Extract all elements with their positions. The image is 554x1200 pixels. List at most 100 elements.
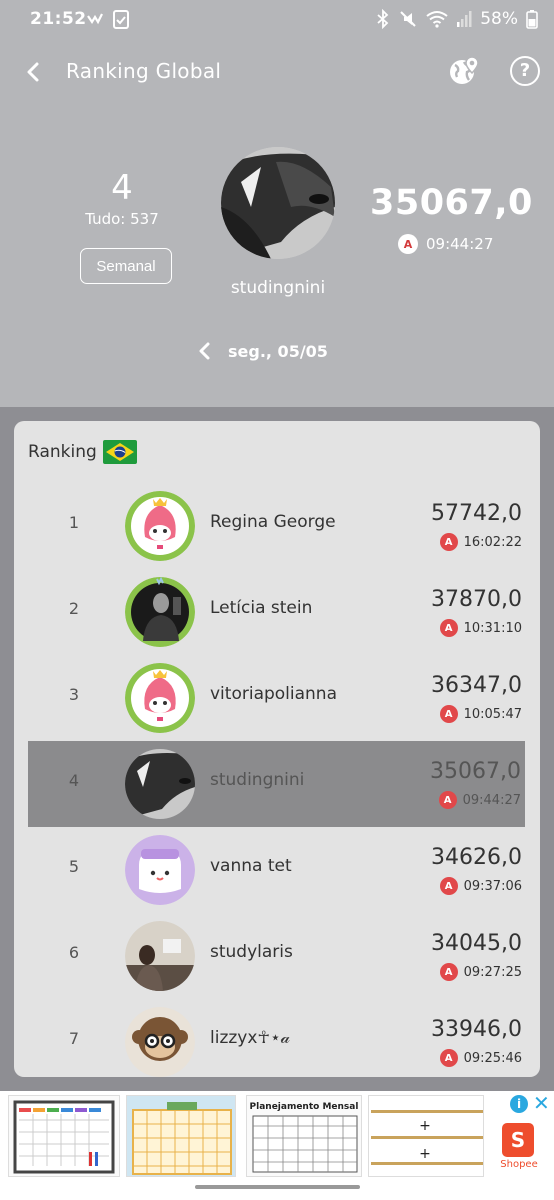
signal-icon (457, 11, 472, 27)
row-score: 34045,0 (431, 931, 522, 956)
my-rank-number: 4 (111, 168, 133, 208)
row-time: A 10:05:47 (439, 705, 522, 723)
row-time: A 09:27:25 (439, 963, 522, 981)
previous-date-icon[interactable] (196, 340, 214, 362)
bluetooth-icon (377, 9, 389, 29)
top-app-bar: Ranking Global ? (0, 48, 554, 96)
avatar[interactable] (125, 663, 195, 733)
row-time-value: 09:44:27 (462, 792, 521, 808)
study-badge-icon: A (439, 1049, 458, 1067)
ranking-title: Ranking (28, 440, 137, 464)
row-position: 4 (68, 771, 80, 790)
period-select-button[interactable]: Semanal (80, 248, 172, 284)
ranking-row[interactable]: 5 vanna tet 34626,0 A 09:37:06 (14, 827, 540, 913)
row-time: A 09:37:06 (439, 877, 522, 895)
ad-product-image[interactable] (126, 1095, 236, 1177)
ad-product-title: Planejamento Mensal (249, 1102, 359, 1112)
row-username: Regina George (210, 512, 336, 532)
ranking-card: Ranking 1 Regina George 57742,0 A 16:02:2… (14, 421, 540, 1077)
my-study-time: 09:44:27 (426, 235, 494, 253)
row-time-value: 16:02:22 (463, 534, 522, 550)
ad-product-image[interactable]: + + (368, 1095, 484, 1177)
battery-icon (526, 10, 538, 29)
ranking-row-current-user[interactable]: 4 studingnini 35067,0 A 09:44:27 (28, 741, 525, 827)
avatar[interactable] (125, 835, 195, 905)
total-participants: Tudo: 537 (85, 210, 159, 228)
row-username: vanna tet (210, 856, 292, 876)
row-score: 35067,0 (430, 759, 521, 784)
row-time: A 16:02:22 (439, 533, 522, 551)
row-username: vitoriapolianna (210, 684, 338, 704)
notification-icons (86, 8, 130, 30)
status-right-icons: 58% (376, 9, 538, 29)
wifi-icon (426, 11, 448, 28)
ad-product-image[interactable]: Planejamento Mensal (246, 1095, 362, 1177)
svg-text:+: + (419, 1146, 431, 1162)
avatar[interactable] (125, 921, 195, 991)
row-time: A 09:44:27 (438, 791, 521, 809)
row-score: 36347,0 (431, 673, 522, 698)
system-navigation-bar (0, 1181, 554, 1200)
my-username: studingnini (230, 278, 326, 298)
ranking-title-label: Ranking (28, 442, 97, 462)
ranking-list: 1 Regina George 57742,0 A 16:02:22 2 Letí… (14, 483, 540, 1077)
row-score: 57742,0 (431, 501, 522, 526)
my-time-row: A 09:44:27 (398, 234, 493, 254)
status-bar: 21:52 58% (0, 0, 554, 42)
my-rank-block: 4 Tudo: 537 (70, 168, 174, 228)
row-username: lizzyx☥⋆𝒶 (210, 1028, 291, 1048)
row-position: 2 (68, 599, 80, 618)
row-time-value: 09:37:06 (463, 878, 522, 894)
avatar[interactable] (125, 577, 195, 647)
row-time-value: 09:27:25 (463, 964, 522, 980)
row-time: A 10:31:10 (439, 619, 522, 637)
back-arrow-icon[interactable] (20, 56, 48, 88)
globe-location-icon[interactable] (448, 55, 480, 87)
date-navigator: seg., 05/05 (196, 340, 328, 362)
screen-title: Ranking Global (66, 59, 222, 83)
ad-close-icon[interactable]: ✕ (533, 1093, 551, 1113)
study-badge-icon: A (439, 619, 458, 637)
ad-product-image[interactable] (8, 1095, 120, 1177)
row-username: Letícia stein (210, 598, 313, 618)
row-position: 1 (68, 513, 80, 532)
row-time-value: 10:31:10 (463, 620, 522, 636)
study-badge-icon: A (398, 234, 418, 254)
avatar[interactable] (125, 1007, 195, 1077)
my-score: 35067,0 (370, 183, 533, 223)
avatar[interactable] (125, 749, 195, 819)
row-time-value: 10:05:47 (463, 706, 522, 722)
row-score: 34626,0 (431, 845, 522, 870)
status-time: 21:52 (30, 9, 87, 29)
home-indicator[interactable] (195, 1185, 360, 1189)
row-position: 5 (68, 857, 80, 876)
ranking-header: 21:52 58% Ranking Global ? 4 Tudo: 537 S… (0, 0, 554, 407)
ranking-row[interactable]: 3 vitoriapolianna 36347,0 A 10:05:47 (14, 655, 540, 741)
current-date-label: seg., 05/05 (228, 341, 328, 361)
my-avatar[interactable] (221, 147, 335, 259)
ad-banner[interactable]: Planejamento Mensal + + i ✕ S Shopee (0, 1091, 554, 1181)
row-position: 6 (68, 943, 80, 962)
row-position: 7 (68, 1029, 80, 1048)
svg-text:+: + (419, 1118, 431, 1134)
study-badge-icon: A (439, 877, 458, 895)
row-score: 33946,0 (431, 1017, 522, 1042)
battery-percent: 58% (480, 9, 518, 29)
study-badge-icon: A (439, 963, 458, 981)
avatar[interactable] (125, 491, 195, 561)
wave-notification-icon (87, 13, 103, 25)
row-username: studingnini (210, 770, 305, 790)
ranking-row[interactable]: 6 studylaris 34045,0 A 09:27:25 (14, 913, 540, 999)
help-icon[interactable]: ? (510, 56, 540, 86)
row-time-value: 09:25:46 (463, 1050, 522, 1066)
ranking-row[interactable]: 1 Regina George 57742,0 A 16:02:22 (14, 483, 540, 569)
shopee-logo-icon[interactable]: S (502, 1123, 534, 1157)
ranking-row[interactable]: 2 Letícia stein 37870,0 A 10:31:10 (14, 569, 540, 655)
ad-info-icon[interactable]: i (510, 1095, 528, 1113)
row-username: studylaris (210, 942, 293, 962)
study-badge-icon: A (439, 533, 458, 551)
clipboard-notification-icon (113, 10, 129, 29)
study-badge-icon: A (438, 791, 457, 809)
ranking-row[interactable]: 7 lizzyx☥⋆𝒶 33946,0 A 09:25:46 (14, 999, 540, 1077)
row-score: 37870,0 (431, 587, 522, 612)
